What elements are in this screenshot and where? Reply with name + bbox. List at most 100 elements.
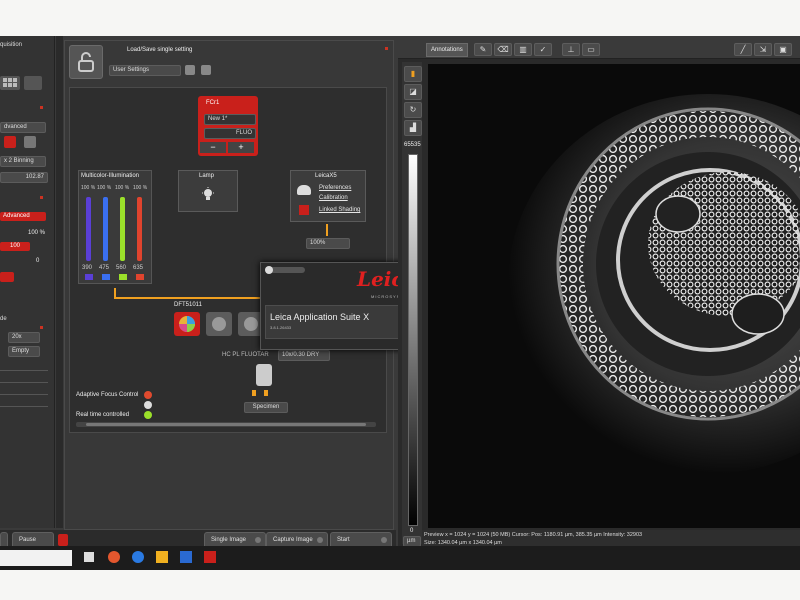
magnification-select[interactable]: 20x [8,332,40,343]
fl-toggle[interactable] [0,272,14,282]
led-475-slider[interactable] [103,197,108,261]
scale-min: 0 [410,528,414,534]
single-image-label: Single Image [211,537,247,543]
preferences-link[interactable]: Preferences [319,185,351,191]
pen-icon[interactable]: ✎ [474,43,492,56]
fluo-select[interactable]: FLUO [204,128,256,139]
camera-icon [297,185,311,195]
rectangle-icon[interactable]: ▭ [582,43,600,56]
advanced-toggle[interactable]: dvanced [0,122,46,133]
light-path-arrow [326,224,328,236]
taskbar-search[interactable] [0,550,72,566]
copy-button[interactable] [24,136,36,148]
wavelength-560: 560 [116,265,127,271]
specimen-button[interactable]: Specimen [244,402,288,413]
mode-label: de [0,316,7,322]
leicax5-title: LeicaX5 [315,173,337,179]
splitter[interactable] [56,36,63,528]
version-number: 3.8.1.26433 [270,325,292,330]
trash-icon[interactable]: ▥ [514,43,532,56]
windows-start-icon[interactable] [84,552,94,562]
histogram-icon[interactable]: ▮ [404,66,422,82]
levels-icon[interactable]: ▟ [404,120,422,136]
adaptive-focus-off-indicator[interactable] [144,401,152,409]
browser-icon[interactable] [132,551,144,563]
calibration-link[interactable]: Calibration [319,195,348,201]
led-635-toggle[interactable] [136,274,144,280]
stop-button[interactable] [58,534,68,546]
screen-icon[interactable]: ▣ [774,43,792,56]
save-icon[interactable] [185,65,195,75]
wavelength-390: 390 [82,265,93,271]
filter-wheel-button[interactable] [174,312,200,336]
led-390-toggle[interactable] [85,274,93,280]
camera-percent-select[interactable]: 100% [306,238,350,249]
ruler-icon[interactable]: ⊥ [562,43,580,56]
app-icon-1[interactable] [108,551,120,563]
camera-name: DFT51011 [174,302,202,308]
viewer-toolbar: Annotations ✎ ⌫ ▥ ✓ ⊥ ▭ ╱ ⇲ ▣ [398,40,800,59]
contrast-icon[interactable]: ◪ [404,84,422,100]
intensity-value[interactable]: 100 [0,242,30,251]
linked-shading-link[interactable]: Linked Shading [319,207,360,213]
settings-button[interactable] [24,76,42,90]
scale-max: 65535 [404,142,421,148]
filter-slot-2[interactable] [206,312,232,336]
lamp-box[interactable]: Lamp [178,170,238,212]
diagram-scrollbar[interactable] [76,422,376,427]
led-475-toggle[interactable] [102,274,110,280]
eraser-icon[interactable]: ⌫ [494,43,512,56]
export-icon[interactable]: ⇲ [754,43,772,56]
shading-icon [299,205,309,215]
focus-arrow-left [252,390,256,396]
advanced-toggle-2[interactable]: Advanced [0,212,46,221]
collapse-marker [40,106,43,109]
adaptive-focus-indicator[interactable] [144,391,152,399]
intensity-scale[interactable] [408,154,418,526]
viewer-sidebar: ▮ ◪ ↻ ▟ 65535 0 µm [402,62,422,547]
record-button[interactable] [4,136,16,148]
las-x-taskbar-icon[interactable] [204,551,216,563]
binning-select[interactable]: x 2 Binning [0,156,46,167]
application-window: quisition dvanced x 2 Binning 102.87 Adv… [0,36,800,570]
adaptive-focus-label: Adaptive Focus Control [76,392,139,398]
real-time-indicator[interactable] [144,411,152,419]
divider [0,382,48,383]
check-icon[interactable]: ✓ [534,43,552,56]
focus-arrow-right [264,390,268,396]
specimen-image[interactable] [428,64,800,528]
lock-icon[interactable] [69,45,103,79]
led-560-toggle[interactable] [119,274,127,280]
illum-pct-3: 100 % [115,185,130,191]
exposure-field[interactable]: 102.87 [0,172,48,183]
filter-cube-select[interactable]: New 1* [204,114,256,125]
objective-select[interactable]: 10x/0.30 DRY [278,350,330,361]
led-560-slider[interactable] [120,197,125,261]
photo-top-margin [0,0,800,36]
objective-name: HC PL FLUOTAR [222,352,269,358]
trash-icon[interactable] [201,65,211,75]
led-390-slider[interactable] [86,197,91,261]
photo-bottom-margin [0,570,800,600]
offset-value: 0 [36,258,40,264]
draw-icon[interactable]: ╱ [734,43,752,56]
illum-pct-1: 100 % [81,185,96,191]
decrease-button[interactable]: − [200,142,226,153]
folder-icon[interactable] [156,551,168,563]
filter-cube-label: FCr1 [206,100,220,106]
refresh-icon[interactable]: ↻ [404,102,422,118]
increase-button[interactable]: + [228,142,254,153]
plant-cross-section-image [508,94,800,474]
empty-slot-select[interactable]: Empty [8,346,40,357]
divider [0,394,48,395]
led-635-slider[interactable] [137,197,142,261]
leicax5-box: LeicaX5 Preferences Calibration Linked S… [290,170,366,222]
annotations-tab[interactable]: Annotations [426,43,468,57]
user-settings-select[interactable]: User Settings [109,65,181,76]
taskbar [0,546,800,570]
left-strip: quisition dvanced x 2 Binning 102.87 Adv… [0,36,55,528]
illumination-box: Multicolor-Illumination 100 % 100 % 100 … [78,170,152,284]
grid-icon[interactable] [0,76,20,90]
illum-pct-4: 100 % [133,185,148,191]
mail-icon[interactable] [180,551,192,563]
